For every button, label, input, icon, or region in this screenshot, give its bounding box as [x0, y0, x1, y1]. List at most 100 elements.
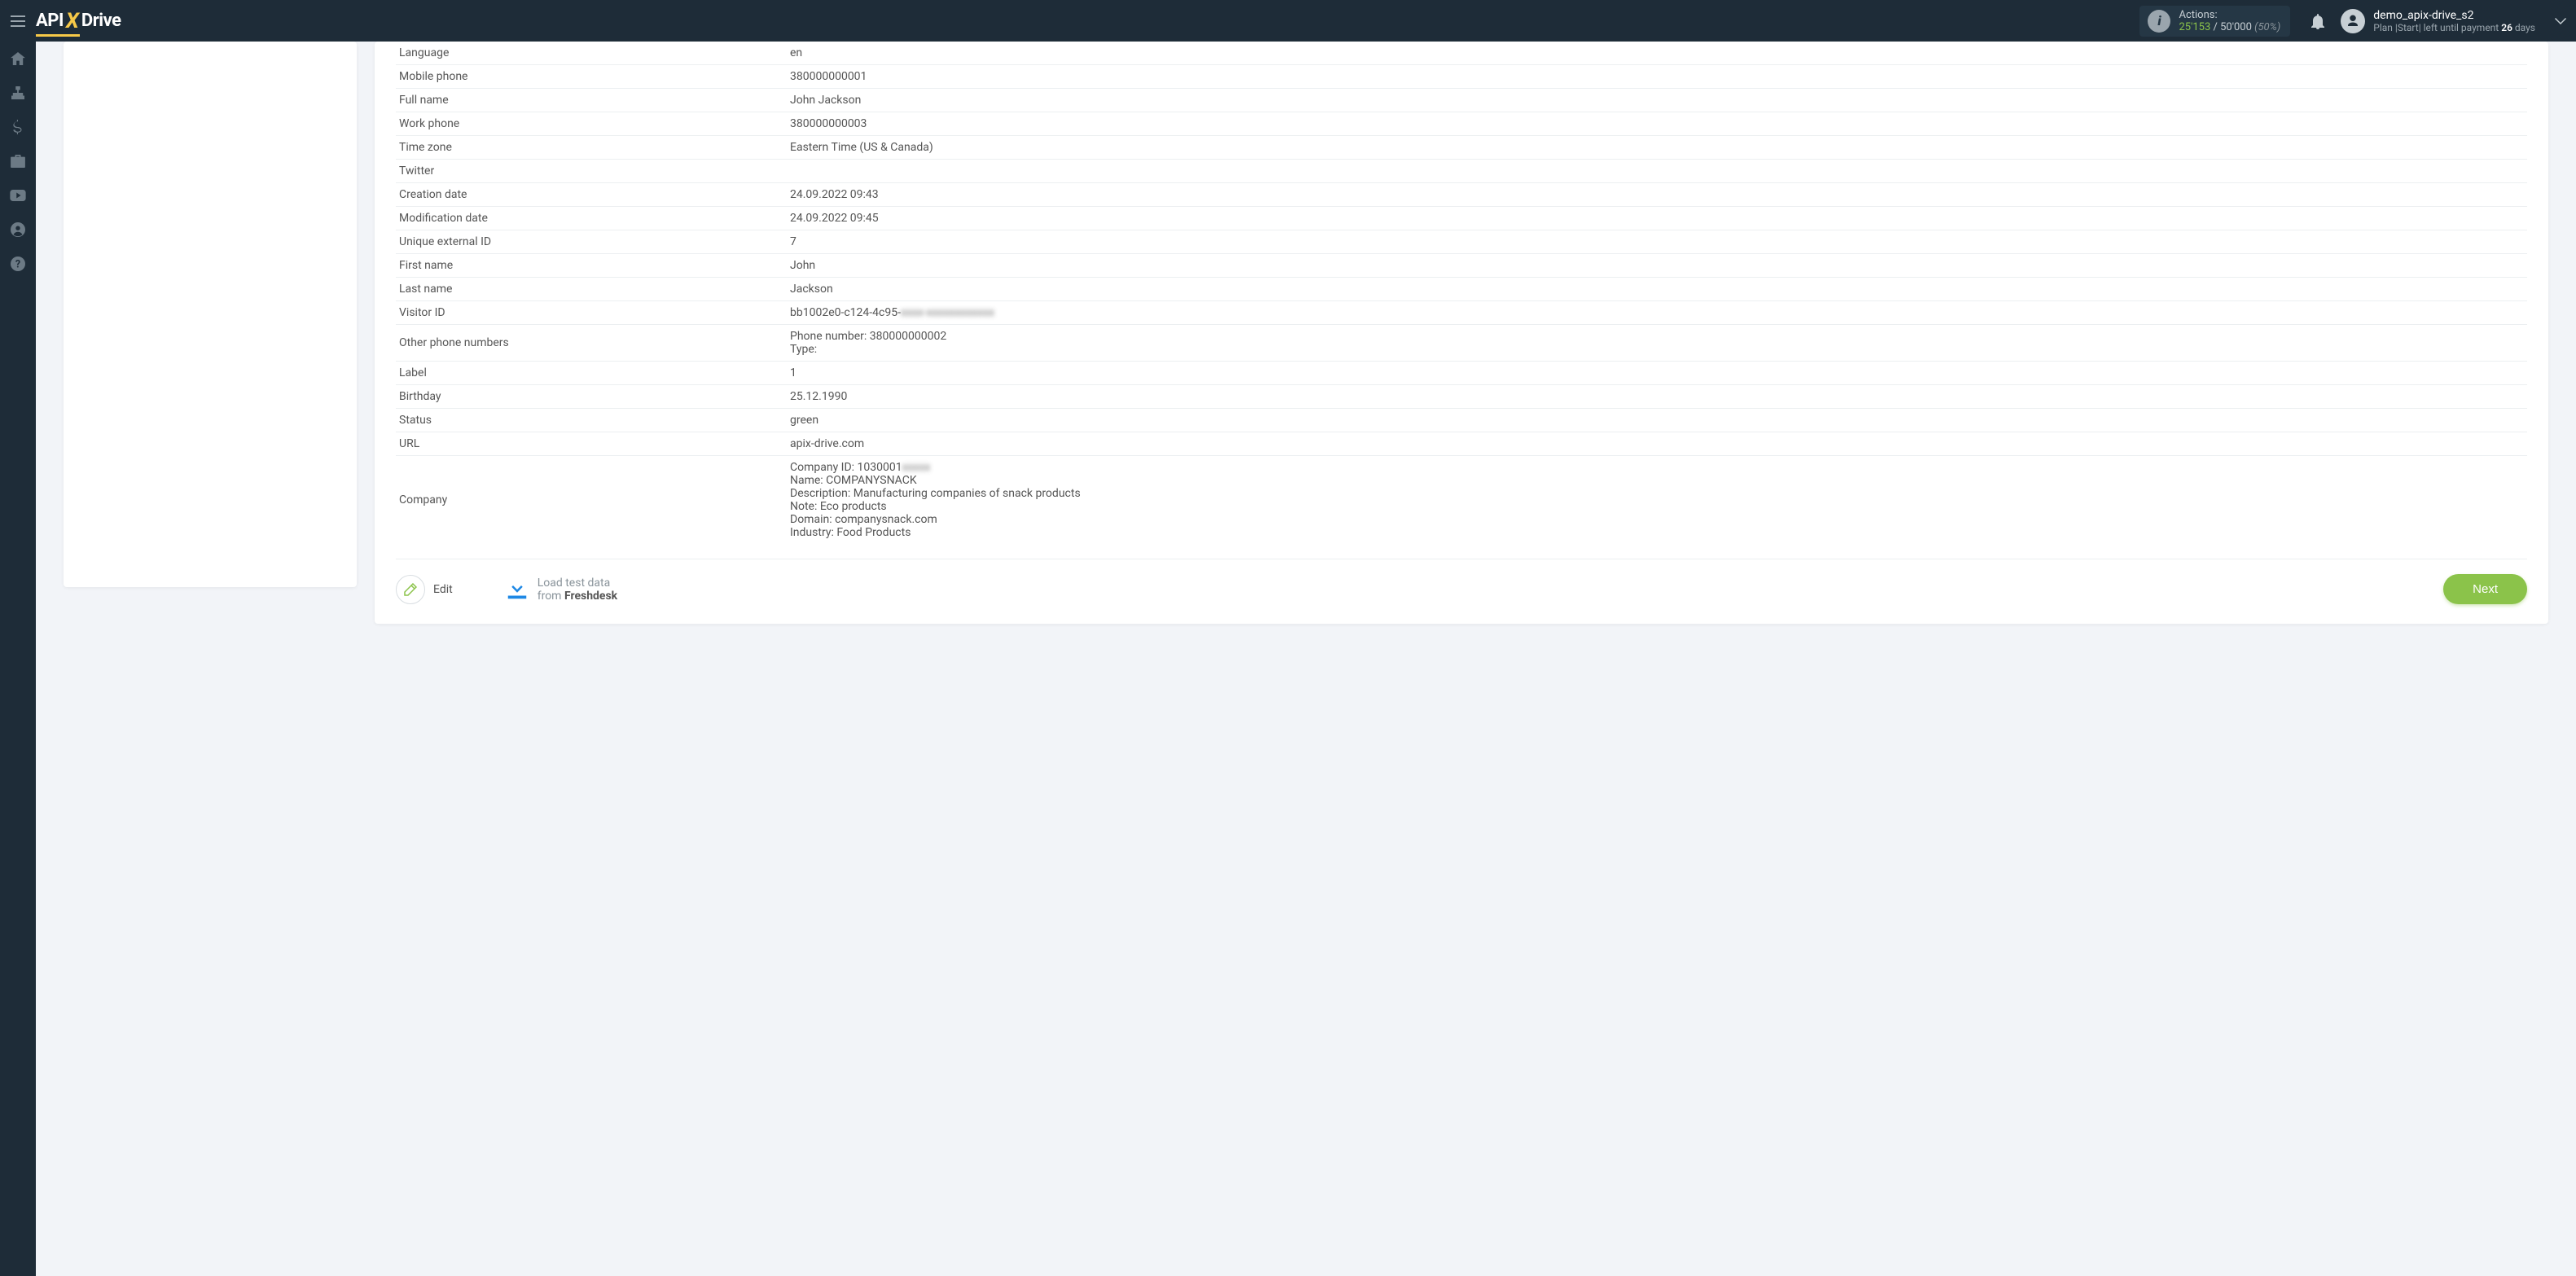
- edit-label: Edit: [433, 583, 453, 596]
- field-key: Language: [396, 42, 787, 65]
- plan-days: 26: [2501, 22, 2512, 33]
- field-value: 7: [787, 230, 2527, 254]
- avatar-icon: [2341, 9, 2365, 33]
- table-row: Unique external ID7: [396, 230, 2527, 254]
- logo-text-1: API: [36, 11, 64, 31]
- load-source: Freshdesk: [564, 590, 617, 603]
- logo[interactable]: API X Drive: [36, 9, 121, 33]
- download-icon: [505, 577, 529, 602]
- table-row: Creation date24.09.2022 09:43: [396, 183, 2527, 207]
- load-from: from: [538, 590, 564, 603]
- user-name: demo_apix-drive_s2: [2373, 9, 2535, 22]
- actions-sep: /: [2210, 21, 2220, 33]
- sidebar-item-video[interactable]: [0, 178, 36, 213]
- load-text: Load test data from Freshdesk: [538, 577, 617, 603]
- actions-counter[interactable]: i Actions: 25'153 / 50'000 (50%): [2139, 6, 2290, 37]
- table-row: Visitor IDbb1002e0-c124-4c95-xxxx-xxxxxx…: [396, 301, 2527, 325]
- sidebar-item-account[interactable]: [0, 213, 36, 247]
- field-value: Jackson: [787, 278, 2527, 301]
- field-value: 1: [787, 362, 2527, 385]
- field-key: Full name: [396, 89, 787, 112]
- sidebar-item-connections[interactable]: [0, 76, 36, 110]
- field-key: Creation date: [396, 183, 787, 207]
- actions-used: 25'153: [2179, 21, 2210, 33]
- notifications-button[interactable]: [2302, 13, 2334, 29]
- field-key: Label: [396, 362, 787, 385]
- briefcase-icon: [11, 155, 25, 168]
- field-value: 380000000003: [787, 112, 2527, 136]
- sidebar-item-home[interactable]: [0, 42, 36, 76]
- dollar-icon: [13, 120, 23, 134]
- table-row: Statusgreen: [396, 409, 2527, 432]
- field-value: bb1002e0-c124-4c95-xxxx-xxxxxxxxxxxx: [787, 301, 2527, 325]
- details-table: LanguageenMobile phone380000000001Full n…: [396, 42, 2527, 544]
- logo-x: X: [66, 9, 79, 33]
- field-value: Eastern Time (US & Canada): [787, 136, 2527, 160]
- plan-suffix: days: [2512, 22, 2535, 33]
- pencil-icon: [396, 575, 425, 604]
- main: LanguageenMobile phone380000000001Full n…: [36, 42, 2576, 648]
- load-line1: Load test data: [538, 577, 617, 590]
- next-button[interactable]: Next: [2443, 574, 2527, 604]
- field-key: Company: [396, 456, 787, 545]
- field-key: Work phone: [396, 112, 787, 136]
- actions-label: Actions:: [2179, 9, 2280, 21]
- field-value: 24.09.2022 09:45: [787, 207, 2527, 230]
- sidebar-item-help[interactable]: ?: [0, 247, 36, 281]
- user-circle-icon: [11, 222, 25, 237]
- table-row: Label1: [396, 362, 2527, 385]
- topbar: API X Drive i Actions: 25'153 / 50'000 (…: [0, 0, 2576, 42]
- sitemap-icon: [11, 86, 25, 99]
- table-row: Birthday25.12.1990: [396, 385, 2527, 409]
- actions-limit: 50'000: [2220, 21, 2252, 33]
- table-row: Last nameJackson: [396, 278, 2527, 301]
- menu-toggle[interactable]: [0, 0, 36, 42]
- svg-text:?: ?: [15, 259, 20, 271]
- panel-footer: Edit Load test data from Freshdesk Next: [396, 559, 2527, 604]
- sidebar-item-briefcase[interactable]: [0, 144, 36, 178]
- field-value: John Jackson: [787, 89, 2527, 112]
- table-row: CompanyCompany ID: 1030001xxxxxName: COM…: [396, 456, 2527, 545]
- hamburger-icon: [11, 15, 25, 27]
- field-value: 380000000001: [787, 65, 2527, 89]
- table-row: Modification date24.09.2022 09:45: [396, 207, 2527, 230]
- user-menu[interactable]: demo_apix-drive_s2 Plan |Start| left unt…: [2341, 9, 2535, 33]
- table-row: Full nameJohn Jackson: [396, 89, 2527, 112]
- field-value: green: [787, 409, 2527, 432]
- table-row: URLapix-drive.com: [396, 432, 2527, 456]
- field-value: [787, 160, 2527, 183]
- field-key: Visitor ID: [396, 301, 787, 325]
- field-key: Unique external ID: [396, 230, 787, 254]
- info-icon: i: [2148, 10, 2170, 33]
- field-key: Other phone numbers: [396, 325, 787, 362]
- field-value: 25.12.1990: [787, 385, 2527, 409]
- user-menu-chevron[interactable]: [2545, 18, 2576, 24]
- logo-text-2: Drive: [81, 11, 121, 31]
- field-value: apix-drive.com: [787, 432, 2527, 456]
- table-row: Time zoneEastern Time (US & Canada): [396, 136, 2527, 160]
- field-key: URL: [396, 432, 787, 456]
- table-row: Other phone numbersPhone number: 3800000…: [396, 325, 2527, 362]
- field-key: Last name: [396, 278, 787, 301]
- table-row: First nameJohn: [396, 254, 2527, 278]
- plan-prefix: Plan |Start| left until payment: [2373, 22, 2501, 33]
- user-text: demo_apix-drive_s2 Plan |Start| left unt…: [2373, 9, 2535, 33]
- load-test-data-button[interactable]: Load test data from Freshdesk: [505, 577, 617, 603]
- edit-button[interactable]: Edit: [396, 575, 453, 604]
- help-icon: ?: [11, 257, 25, 271]
- left-panel: [64, 42, 357, 587]
- field-value: 24.09.2022 09:43: [787, 183, 2527, 207]
- sidebar: ?: [0, 42, 36, 1276]
- field-key: First name: [396, 254, 787, 278]
- field-value: John: [787, 254, 2527, 278]
- youtube-icon: [10, 190, 26, 201]
- field-value: Company ID: 1030001xxxxxName: COMPANYSNA…: [787, 456, 2527, 545]
- table-row: Twitter: [396, 160, 2527, 183]
- sidebar-item-billing[interactable]: [0, 110, 36, 144]
- person-icon: [2346, 14, 2360, 29]
- field-key: Twitter: [396, 160, 787, 183]
- field-value: Phone number: 380000000002Type:: [787, 325, 2527, 362]
- field-key: Status: [396, 409, 787, 432]
- table-row: Work phone380000000003: [396, 112, 2527, 136]
- logo-underline: [36, 34, 80, 37]
